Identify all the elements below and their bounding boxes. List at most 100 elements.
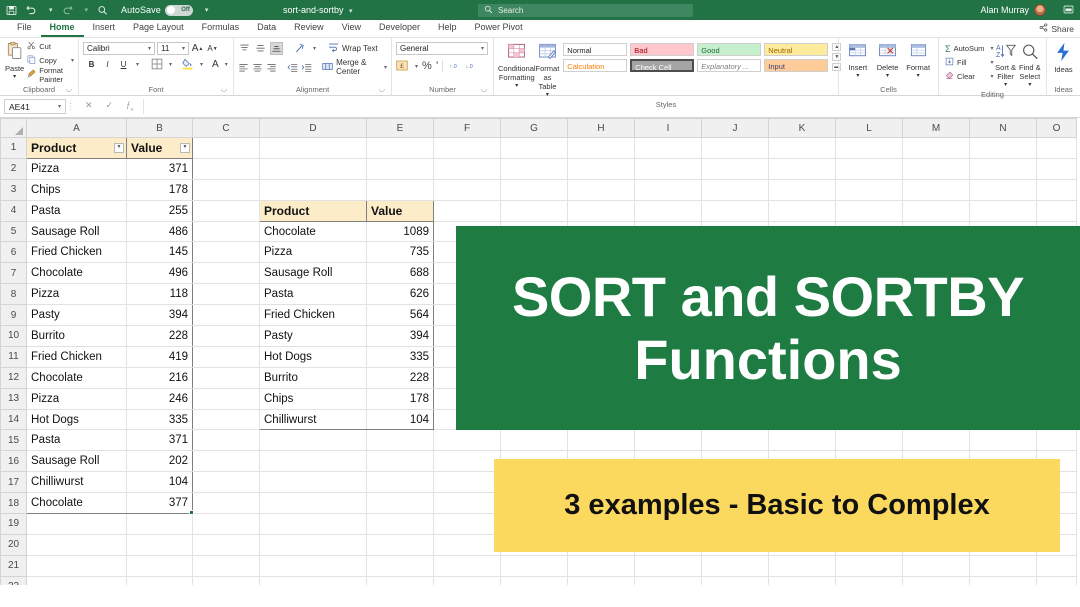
cell-F19[interactable] <box>434 514 501 535</box>
tab-home[interactable]: Home <box>41 19 84 37</box>
source-cell-B4[interactable]: 255 <box>127 200 193 221</box>
cell-E1[interactable] <box>367 138 434 159</box>
cell-C13[interactable] <box>193 388 260 409</box>
row-header-13[interactable]: 13 <box>1 388 27 409</box>
row-header-20[interactable]: 20 <box>1 534 27 555</box>
cell-D15[interactable] <box>260 430 367 451</box>
source-cell-A18[interactable]: Chocolate <box>27 493 127 514</box>
column-header-f[interactable]: F <box>434 119 501 138</box>
source-cell-A2[interactable]: Pizza <box>27 158 127 179</box>
result-cell-E5[interactable]: 1089 <box>367 221 434 242</box>
cell-N21[interactable] <box>970 555 1037 576</box>
column-header-g[interactable]: G <box>501 119 568 138</box>
cell-A21[interactable] <box>27 555 127 576</box>
ribbon-display-options-icon[interactable] <box>1063 4 1074 17</box>
cell-A22[interactable] <box>27 576 127 585</box>
merge-center-dropdown-icon[interactable]: ▾ <box>381 64 387 71</box>
cell-H15[interactable] <box>568 430 635 451</box>
number-dialog-launcher-icon[interactable]: ◡ <box>481 85 487 95</box>
source-cell-A3[interactable]: Chips <box>27 179 127 200</box>
font-size-dropdown-icon[interactable]: ▾ <box>179 45 185 52</box>
undo-icon[interactable] <box>26 5 37 16</box>
column-header-h[interactable]: H <box>568 119 635 138</box>
column-header-l[interactable]: L <box>836 119 903 138</box>
column-header-c[interactable]: C <box>193 119 260 138</box>
cell-C2[interactable] <box>193 158 260 179</box>
cell-L15[interactable] <box>836 430 903 451</box>
cell-G1[interactable] <box>501 138 568 159</box>
source-cell-B9[interactable]: 394 <box>127 305 193 326</box>
cell-E21[interactable] <box>367 555 434 576</box>
delete-cells-dropdown-icon[interactable]: ▾ <box>886 72 889 81</box>
source-cell-B2[interactable]: 371 <box>127 158 193 179</box>
style-calculation[interactable]: Calculation <box>563 59 627 72</box>
cell-O2[interactable] <box>1037 158 1077 179</box>
merge-center-label[interactable]: Merge & Center <box>336 58 378 76</box>
cell-G4[interactable] <box>501 200 568 221</box>
cell-C8[interactable] <box>193 284 260 305</box>
cell-D22[interactable] <box>260 576 367 585</box>
borders-dropdown-icon[interactable]: ▾ <box>166 61 172 68</box>
align-left-icon[interactable] <box>238 61 249 74</box>
result-cell-E6[interactable]: 735 <box>367 242 434 263</box>
autosave-control[interactable]: AutoSave Off <box>121 5 193 16</box>
tab-file[interactable]: File <box>8 19 41 37</box>
result-cell-D14[interactable]: Chilliwurst <box>260 409 367 430</box>
cell-C21[interactable] <box>193 555 260 576</box>
document-title-dropdown-icon[interactable]: ▾ <box>349 8 353 15</box>
paste-button[interactable]: Paste ▾ <box>4 40 25 82</box>
tab-insert[interactable]: Insert <box>84 19 125 37</box>
source-cell-B3[interactable]: 178 <box>127 179 193 200</box>
clear-button[interactable]: Clear ▾ <box>945 70 993 83</box>
source-cell-B13[interactable]: 246 <box>127 388 193 409</box>
conditional-formatting-dropdown-icon[interactable]: ▾ <box>515 82 518 91</box>
decrease-indent-icon[interactable] <box>287 61 298 74</box>
cell-N15[interactable] <box>970 430 1037 451</box>
source-cell-A11[interactable]: Fried Chicken <box>27 346 127 367</box>
source-cell-A13[interactable]: Pizza <box>27 388 127 409</box>
decrease-font-size-button[interactable]: A▼ <box>206 42 219 55</box>
cell-F2[interactable] <box>434 158 501 179</box>
cell-O15[interactable] <box>1037 430 1077 451</box>
tab-view[interactable]: View <box>333 19 370 37</box>
cell-K2[interactable] <box>769 158 836 179</box>
align-bottom-icon[interactable] <box>270 42 283 55</box>
cell-C12[interactable] <box>193 367 260 388</box>
row-header-3[interactable]: 3 <box>1 179 27 200</box>
save-icon[interactable] <box>6 5 17 16</box>
name-box-dropdown-icon[interactable]: ▾ <box>55 103 61 110</box>
cell-L1[interactable] <box>836 138 903 159</box>
style-explanatory[interactable]: Explanatory ... <box>697 59 761 72</box>
result-cell-D8[interactable]: Pasta <box>260 284 367 305</box>
cell-F15[interactable] <box>434 430 501 451</box>
row-header-22[interactable]: 22 <box>1 576 27 585</box>
delete-cells-button[interactable]: Delete ▾ <box>873 41 903 81</box>
document-title[interactable]: sort-and-sortby ▾ <box>283 5 353 15</box>
cancel-icon[interactable]: ✕ <box>85 100 93 113</box>
row-header-10[interactable]: 10 <box>1 326 27 347</box>
source-cell-B12[interactable]: 216 <box>127 367 193 388</box>
source-cell-A9[interactable]: Pasty <box>27 305 127 326</box>
source-table-header-A[interactable]: Product▼ <box>27 138 127 159</box>
row-header-17[interactable]: 17 <box>1 472 27 493</box>
column-header-a[interactable]: A <box>27 119 127 138</box>
cell-D18[interactable] <box>260 493 367 514</box>
cell-O4[interactable] <box>1037 200 1077 221</box>
cell-C15[interactable] <box>193 430 260 451</box>
cell-E16[interactable] <box>367 451 434 472</box>
font-color-dropdown-icon[interactable]: ▾ <box>222 61 228 68</box>
cell-C17[interactable] <box>193 472 260 493</box>
cell-C20[interactable] <box>193 534 260 555</box>
cell-I1[interactable] <box>635 138 702 159</box>
result-cell-D5[interactable]: Chocolate <box>260 221 367 242</box>
number-format-dropdown-icon[interactable]: ▾ <box>478 45 484 52</box>
cell-C18[interactable] <box>193 493 260 514</box>
source-cell-A17[interactable]: Chilliwurst <box>27 472 127 493</box>
number-format-select[interactable]: General ▾ <box>396 42 488 55</box>
wrap-text-label[interactable]: Wrap Text <box>342 44 378 53</box>
result-cell-D10[interactable]: Pasty <box>260 326 367 347</box>
row-header-2[interactable]: 2 <box>1 158 27 179</box>
comma-style-icon[interactable]: ’ <box>436 59 439 73</box>
source-cell-A16[interactable]: Sausage Roll <box>27 451 127 472</box>
cell-I21[interactable] <box>635 555 702 576</box>
